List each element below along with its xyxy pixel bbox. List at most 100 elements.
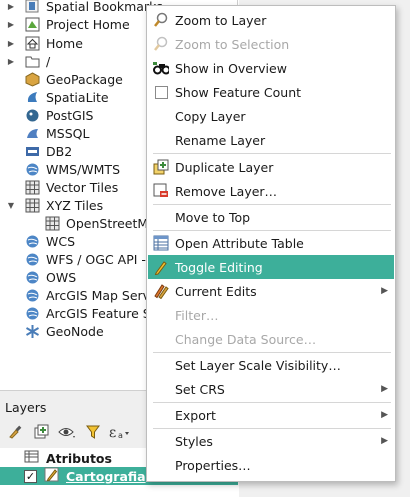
- expression-filter-icon[interactable]: εa: [108, 421, 130, 443]
- menu-item-zoom-to-selection[interactable]: Zoom to Selection: [148, 32, 394, 56]
- xyz-tiles-icon: [24, 197, 40, 213]
- menu-item-label: Show Feature Count: [175, 84, 302, 100]
- submenu-arrow-icon: ▶: [381, 410, 388, 420]
- submenu-arrow-icon: ▶: [381, 286, 388, 296]
- svg-text:a: a: [118, 431, 123, 440]
- browser-item-label: OWS: [46, 269, 77, 285]
- table-layer-icon: [24, 449, 39, 467]
- menu-item-label: Toggle Editing: [175, 259, 263, 275]
- menu-item-label: Filter…: [175, 307, 219, 323]
- menu-item-label: Set Layer Scale Visibility…: [175, 357, 341, 373]
- layer-name: Cartografia: [66, 468, 146, 484]
- postgis-icon: [24, 107, 40, 123]
- menu-item-label: Zoom to Layer: [175, 12, 267, 28]
- wms-icon: [24, 161, 40, 177]
- wcs-icon: [24, 233, 40, 249]
- submenu-arrow-icon: ▶: [381, 436, 388, 446]
- layer-name: Atributos: [46, 450, 112, 466]
- ows-icon: [24, 269, 40, 285]
- expand-arrow-icon[interactable]: ▶: [6, 15, 16, 33]
- style-brush-icon[interactable]: [4, 421, 26, 443]
- menu-item-current-edits[interactable]: Current Edits ▶: [148, 279, 394, 303]
- menu-item-label: Show in Overview: [175, 60, 287, 76]
- folder-icon: [24, 53, 40, 69]
- menu-item-label: Properties…: [175, 457, 251, 473]
- vector-tiles-icon: [24, 179, 40, 195]
- home-icon: [24, 35, 40, 51]
- menu-item-label: Move to Top: [175, 209, 251, 225]
- expand-arrow-icon[interactable]: ▶: [6, 52, 16, 70]
- browser-item-label: DB2: [46, 143, 73, 159]
- db2-icon: [24, 143, 40, 159]
- svg-text:ε: ε: [109, 425, 116, 440]
- menu-item-remove-layer[interactable]: Remove Layer…: [148, 179, 394, 203]
- menu-item-label: Styles: [175, 433, 213, 449]
- zoom-magnifier-icon: [153, 12, 169, 28]
- browser-item-label: GeoPackage: [46, 71, 123, 87]
- menu-item-show-in-overview[interactable]: Show in Overview: [148, 56, 394, 80]
- menu-item-label: Open Attribute Table: [175, 235, 304, 251]
- add-group-icon[interactable]: [30, 421, 52, 443]
- menu-item-change-data-source[interactable]: Change Data Source…: [148, 327, 394, 351]
- toggle-editing-pencil-icon: [153, 259, 169, 275]
- editing-pencil-icon: [44, 467, 59, 485]
- filter-funnel-icon[interactable]: [82, 421, 104, 443]
- attribute-table-icon: [153, 235, 169, 251]
- browser-item-label: MSSQL: [46, 125, 90, 141]
- arcgis-feature-icon: [24, 305, 40, 321]
- menu-item-toggle-editing[interactable]: Toggle Editing: [148, 255, 394, 279]
- menu-item-rename-layer[interactable]: Rename Layer: [148, 128, 394, 152]
- menu-item-zoom-to-layer[interactable]: Zoom to Layer: [148, 8, 394, 32]
- menu-item-label: Rename Layer: [175, 132, 266, 148]
- browser-item-label: /: [46, 53, 51, 69]
- browser-item-label: WMS/WMTS: [46, 161, 121, 177]
- browser-item-label: ArcGIS Map Servi: [46, 287, 154, 303]
- mssql-icon: [24, 125, 40, 141]
- collapse-arrow-icon[interactable]: ▼: [6, 196, 16, 214]
- browser-item-label: WFS / OGC API -: [46, 251, 146, 267]
- menu-item-label: Set CRS: [175, 381, 225, 397]
- show-feature-count-checkbox[interactable]: [154, 85, 168, 99]
- visibility-eye-icon[interactable]: [56, 421, 78, 443]
- menu-item-show-feature-count[interactable]: Show Feature Count: [148, 80, 394, 104]
- feature-count-checkbox-wrap: [153, 84, 169, 100]
- menu-separator: [153, 153, 391, 154]
- layer-visibility-checkbox[interactable]: ✓: [24, 469, 37, 483]
- project-home-icon: [24, 16, 40, 32]
- menu-item-styles[interactable]: Styles ▶: [148, 429, 394, 453]
- menu-item-export[interactable]: Export ▶: [148, 403, 394, 427]
- geopackage-icon: [24, 71, 40, 87]
- menu-item-open-attribute-table[interactable]: Open Attribute Table: [148, 231, 394, 255]
- expand-arrow-icon[interactable]: ▶: [6, 34, 16, 52]
- browser-item-label: GeoNode: [46, 323, 104, 339]
- browser-item-label: ArcGIS Feature Se: [46, 305, 159, 321]
- menu-item-filter[interactable]: Filter…: [148, 303, 394, 327]
- wfs-icon: [24, 251, 40, 267]
- xyz-layer-icon: [44, 215, 60, 231]
- bookmark-icon: [24, 0, 40, 14]
- submenu-arrow-icon: ▶: [381, 384, 388, 394]
- binoculars-icon: [153, 60, 169, 76]
- geonode-icon: [24, 323, 40, 339]
- browser-item-label: SpatiaLite: [46, 89, 109, 105]
- spatialite-icon: [24, 89, 40, 105]
- menu-item-label: Export: [175, 407, 216, 423]
- layers-toolbar: εa: [4, 421, 130, 443]
- browser-item-label: OpenStreetMa: [66, 215, 156, 231]
- menu-item-set-layer-scale-visibility[interactable]: Set Layer Scale Visibility…: [148, 353, 394, 377]
- browser-item-label: WCS: [46, 233, 76, 249]
- expand-arrow-icon[interactable]: ▶: [6, 0, 16, 15]
- remove-layer-icon: [153, 183, 169, 199]
- menu-item-label: Duplicate Layer: [175, 159, 274, 175]
- layer-context-menu: Zoom to Layer Zoom to Selection Show in …: [146, 5, 396, 482]
- browser-item-label: Vector Tiles: [46, 179, 119, 195]
- menu-item-set-crs[interactable]: Set CRS ▶: [148, 377, 394, 401]
- menu-item-copy-layer[interactable]: Copy Layer: [148, 104, 394, 128]
- browser-item-label: Project Home: [46, 16, 130, 32]
- menu-item-label: Zoom to Selection: [175, 36, 290, 52]
- menu-item-properties[interactable]: Properties…: [148, 453, 394, 477]
- current-edits-icon: [153, 283, 169, 299]
- menu-item-duplicate-layer[interactable]: Duplicate Layer: [148, 155, 394, 179]
- menu-item-label: Change Data Source…: [175, 331, 317, 347]
- menu-item-move-to-top[interactable]: Move to Top: [148, 205, 394, 229]
